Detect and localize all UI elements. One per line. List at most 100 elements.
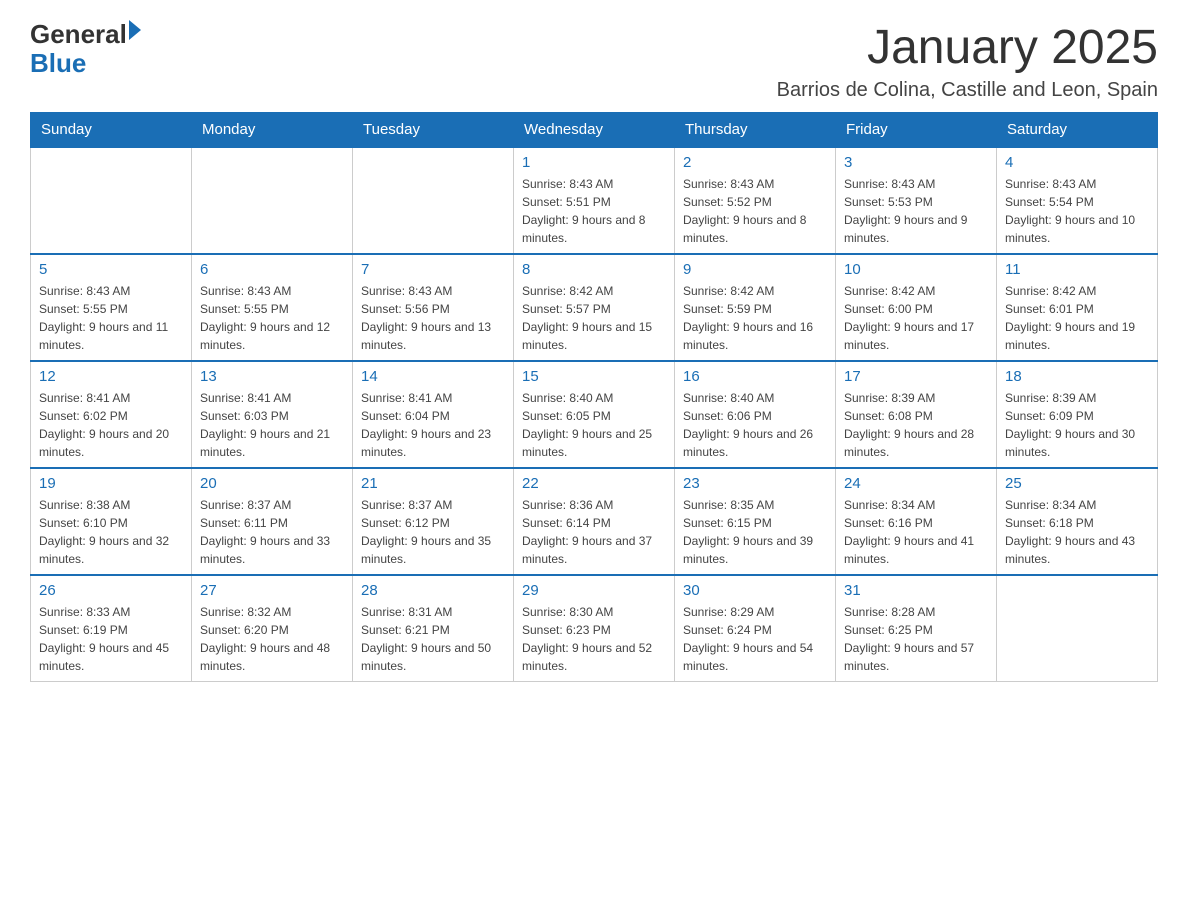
day-number: 17 [844, 368, 988, 385]
calendar-cell: 19 Sunrise: 8:38 AMSunset: 6:10 PMDayligh… [31, 468, 192, 575]
day-info: Sunrise: 8:31 AMSunset: 6:21 PMDaylight:… [361, 603, 505, 675]
day-number: 7 [361, 261, 505, 278]
day-info: Sunrise: 8:43 AMSunset: 5:56 PMDaylight:… [361, 282, 505, 354]
day-number: 4 [1005, 154, 1149, 171]
header-day-tuesday: Tuesday [353, 113, 514, 148]
day-info: Sunrise: 8:34 AMSunset: 6:18 PMDaylight:… [1005, 496, 1149, 568]
calendar-cell: 29 Sunrise: 8:30 AMSunset: 6:23 PMDayligh… [514, 575, 675, 682]
calendar-cell: 25 Sunrise: 8:34 AMSunset: 6:18 PMDayligh… [997, 468, 1158, 575]
calendar-cell: 27 Sunrise: 8:32 AMSunset: 6:20 PMDayligh… [192, 575, 353, 682]
day-number: 31 [844, 582, 988, 599]
logo-general-text: General [30, 20, 127, 49]
day-number: 6 [200, 261, 344, 278]
day-number: 22 [522, 475, 666, 492]
calendar-cell: 18Sunrise: 8:39 AMSunset: 6:09 PMDayligh… [997, 361, 1158, 468]
day-number: 18 [1005, 368, 1149, 385]
day-info: Sunrise: 8:43 AMSunset: 5:54 PMDaylight:… [1005, 175, 1149, 247]
header-day-saturday: Saturday [997, 113, 1158, 148]
week-row-1: 1 Sunrise: 8:43 AMSunset: 5:51 PMDaylight… [31, 147, 1158, 254]
week-row-3: 12 Sunrise: 8:41 AMSunset: 6:02 PMDayligh… [31, 361, 1158, 468]
calendar-cell: 4 Sunrise: 8:43 AMSunset: 5:54 PMDaylight… [997, 147, 1158, 254]
calendar-cell [353, 147, 514, 254]
day-info: Sunrise: 8:37 AMSunset: 6:12 PMDaylight:… [361, 496, 505, 568]
day-number: 3 [844, 154, 988, 171]
day-number: 27 [200, 582, 344, 599]
calendar-header-row: SundayMondayTuesdayWednesdayThursdayFrid… [31, 113, 1158, 148]
location-subtitle: Barrios de Colina, Castille and Leon, Sp… [777, 79, 1158, 102]
page-header: General Blue January 2025 Barrios de Col… [30, 20, 1158, 102]
header-day-thursday: Thursday [675, 113, 836, 148]
day-info: Sunrise: 8:40 AMSunset: 6:06 PMDaylight:… [683, 389, 827, 461]
day-number: 9 [683, 261, 827, 278]
day-info: Sunrise: 8:40 AMSunset: 6:05 PMDaylight:… [522, 389, 666, 461]
day-number: 29 [522, 582, 666, 599]
calendar-cell [31, 147, 192, 254]
day-number: 23 [683, 475, 827, 492]
day-info: Sunrise: 8:35 AMSunset: 6:15 PMDaylight:… [683, 496, 827, 568]
logo: General Blue [30, 20, 141, 77]
calendar-cell: 12 Sunrise: 8:41 AMSunset: 6:02 PMDayligh… [31, 361, 192, 468]
day-info: Sunrise: 8:43 AMSunset: 5:52 PMDaylight:… [683, 175, 827, 247]
calendar-cell: 1 Sunrise: 8:43 AMSunset: 5:51 PMDaylight… [514, 147, 675, 254]
day-number: 25 [1005, 475, 1149, 492]
day-number: 16 [683, 368, 827, 385]
day-number: 14 [361, 368, 505, 385]
calendar-cell: 11Sunrise: 8:42 AMSunset: 6:01 PMDayligh… [997, 254, 1158, 361]
calendar-cell: 2Sunrise: 8:43 AMSunset: 5:52 PMDaylight… [675, 147, 836, 254]
day-info: Sunrise: 8:42 AMSunset: 6:01 PMDaylight:… [1005, 282, 1149, 354]
calendar-cell: 23 Sunrise: 8:35 AMSunset: 6:15 PMDayligh… [675, 468, 836, 575]
day-info: Sunrise: 8:39 AMSunset: 6:08 PMDaylight:… [844, 389, 988, 461]
calendar-cell [192, 147, 353, 254]
calendar-cell: 20 Sunrise: 8:37 AMSunset: 6:11 PMDayligh… [192, 468, 353, 575]
week-row-4: 19 Sunrise: 8:38 AMSunset: 6:10 PMDayligh… [31, 468, 1158, 575]
calendar-cell: 13 Sunrise: 8:41 AMSunset: 6:03 PMDayligh… [192, 361, 353, 468]
calendar-table: SundayMondayTuesdayWednesdayThursdayFrid… [30, 112, 1158, 682]
day-number: 5 [39, 261, 183, 278]
day-info: Sunrise: 8:42 AMSunset: 5:57 PMDaylight:… [522, 282, 666, 354]
day-number: 1 [522, 154, 666, 171]
calendar-cell: 28Sunrise: 8:31 AMSunset: 6:21 PMDayligh… [353, 575, 514, 682]
header-day-friday: Friday [836, 113, 997, 148]
day-number: 19 [39, 475, 183, 492]
calendar-cell: 24 Sunrise: 8:34 AMSunset: 6:16 PMDayligh… [836, 468, 997, 575]
day-number: 20 [200, 475, 344, 492]
day-info: Sunrise: 8:32 AMSunset: 6:20 PMDaylight:… [200, 603, 344, 675]
day-info: Sunrise: 8:43 AMSunset: 5:55 PMDaylight:… [200, 282, 344, 354]
logo-blue-text: Blue [30, 49, 141, 78]
week-row-2: 5 Sunrise: 8:43 AMSunset: 5:55 PMDaylight… [31, 254, 1158, 361]
day-info: Sunrise: 8:42 AMSunset: 6:00 PMDaylight:… [844, 282, 988, 354]
month-title: January 2025 [777, 20, 1158, 75]
calendar-cell: 15Sunrise: 8:40 AMSunset: 6:05 PMDayligh… [514, 361, 675, 468]
calendar-cell: 22Sunrise: 8:36 AMSunset: 6:14 PMDayligh… [514, 468, 675, 575]
day-info: Sunrise: 8:41 AMSunset: 6:03 PMDaylight:… [200, 389, 344, 461]
day-number: 24 [844, 475, 988, 492]
day-info: Sunrise: 8:43 AMSunset: 5:53 PMDaylight:… [844, 175, 988, 247]
day-number: 13 [200, 368, 344, 385]
day-number: 12 [39, 368, 183, 385]
day-info: Sunrise: 8:41 AMSunset: 6:04 PMDaylight:… [361, 389, 505, 461]
day-number: 8 [522, 261, 666, 278]
day-number: 30 [683, 582, 827, 599]
day-number: 21 [361, 475, 505, 492]
calendar-cell: 9 Sunrise: 8:42 AMSunset: 5:59 PMDaylight… [675, 254, 836, 361]
calendar-cell: 21 Sunrise: 8:37 AMSunset: 6:12 PMDayligh… [353, 468, 514, 575]
calendar-cell: 6 Sunrise: 8:43 AMSunset: 5:55 PMDaylight… [192, 254, 353, 361]
header-day-wednesday: Wednesday [514, 113, 675, 148]
day-number: 10 [844, 261, 988, 278]
day-info: Sunrise: 8:43 AMSunset: 5:55 PMDaylight:… [39, 282, 183, 354]
day-number: 26 [39, 582, 183, 599]
calendar-cell: 17 Sunrise: 8:39 AMSunset: 6:08 PMDayligh… [836, 361, 997, 468]
day-info: Sunrise: 8:43 AMSunset: 5:51 PMDaylight:… [522, 175, 666, 247]
calendar-cell: 30 Sunrise: 8:29 AMSunset: 6:24 PMDayligh… [675, 575, 836, 682]
day-info: Sunrise: 8:42 AMSunset: 5:59 PMDaylight:… [683, 282, 827, 354]
calendar-cell: 31Sunrise: 8:28 AMSunset: 6:25 PMDayligh… [836, 575, 997, 682]
day-info: Sunrise: 8:37 AMSunset: 6:11 PMDaylight:… [200, 496, 344, 568]
day-info: Sunrise: 8:30 AMSunset: 6:23 PMDaylight:… [522, 603, 666, 675]
calendar-cell: 26Sunrise: 8:33 AMSunset: 6:19 PMDayligh… [31, 575, 192, 682]
day-info: Sunrise: 8:34 AMSunset: 6:16 PMDaylight:… [844, 496, 988, 568]
day-info: Sunrise: 8:41 AMSunset: 6:02 PMDaylight:… [39, 389, 183, 461]
calendar-cell: 8 Sunrise: 8:42 AMSunset: 5:57 PMDaylight… [514, 254, 675, 361]
calendar-cell: 3 Sunrise: 8:43 AMSunset: 5:53 PMDaylight… [836, 147, 997, 254]
day-info: Sunrise: 8:29 AMSunset: 6:24 PMDaylight:… [683, 603, 827, 675]
day-info: Sunrise: 8:38 AMSunset: 6:10 PMDaylight:… [39, 496, 183, 568]
